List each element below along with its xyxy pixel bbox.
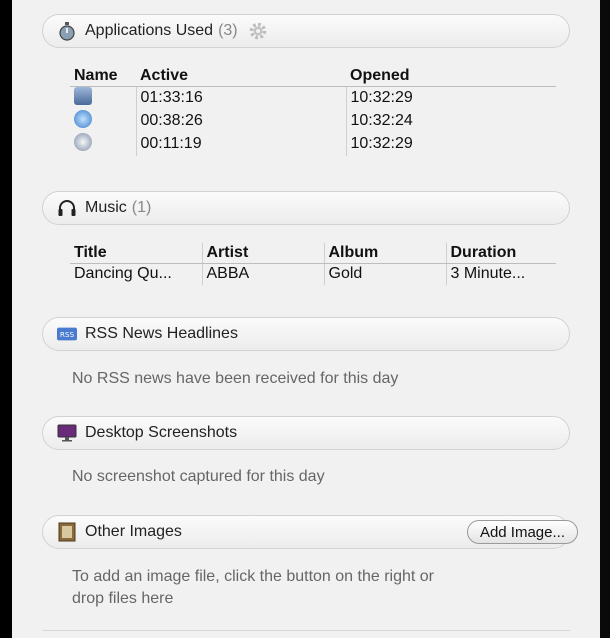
safari-app-icon <box>74 109 92 128</box>
screenshots-title: Desktop Screenshots <box>85 424 238 441</box>
gear-icon[interactable] <box>248 21 268 41</box>
opened-time: 10:32:29 <box>345 132 556 156</box>
col-title: Title <box>70 243 202 264</box>
col-duration: Duration <box>445 243 556 264</box>
col-active: Active <box>136 66 346 87</box>
applications-header[interactable]: Applications Used (3) <box>42 14 570 48</box>
col-opened: Opened <box>346 66 556 87</box>
track-album: Gold <box>323 263 446 285</box>
col-artist: Artist <box>201 243 324 264</box>
active-time: 00:11:19 <box>135 132 346 156</box>
table-row[interactable]: 00:11:19 10:32:29 <box>70 132 556 156</box>
track-title: Dancing Qu... <box>74 265 172 283</box>
rss-icon: RSS <box>57 324 77 344</box>
applications-table: Name Active Opened 01:33:16 10:32:29 00:… <box>70 66 556 156</box>
images-empty-message: To add an image file, click the button o… <box>72 568 434 607</box>
music-table: Title Artist Album Duration Dancing Qu..… <box>70 243 556 285</box>
screenshots-empty-message: No screenshot captured for this day <box>72 468 325 485</box>
rss-title: RSS News Headlines <box>85 325 238 342</box>
monitor-icon <box>57 423 77 443</box>
music-title: Music <box>85 199 127 216</box>
rss-empty-message: No RSS news have been received for this … <box>72 370 399 387</box>
opened-time: 10:32:24 <box>345 109 556 133</box>
table-row[interactable]: 00:38:26 10:32:24 <box>70 109 556 133</box>
active-time: 00:38:26 <box>135 109 346 133</box>
stopwatch-icon <box>57 21 77 41</box>
col-name: Name <box>70 66 136 87</box>
section-divider <box>42 630 570 631</box>
music-header[interactable]: Music (1) <box>42 191 570 225</box>
screenshots-header[interactable]: Desktop Screenshots <box>42 416 570 450</box>
window-edge <box>600 0 610 638</box>
col-album: Album <box>323 243 446 264</box>
preview-app-icon <box>74 86 92 105</box>
add-image-button[interactable]: Add Image... <box>466 520 578 544</box>
images-title: Other Images <box>85 523 182 540</box>
track-artist: ABBA <box>201 263 324 285</box>
system-app-icon <box>74 132 92 151</box>
table-row[interactable]: Dancing Qu... ABBA Gold 3 Minute... <box>70 263 556 285</box>
table-row[interactable]: 01:33:16 10:32:29 <box>70 86 556 110</box>
applications-count: (3) <box>218 22 238 39</box>
track-duration: 3 Minute... <box>445 263 556 285</box>
headphones-icon <box>57 198 77 218</box>
active-time: 01:33:16 <box>135 86 346 110</box>
applications-title: Applications Used <box>85 22 214 39</box>
rss-header[interactable]: RSS RSS News Headlines <box>42 317 570 351</box>
music-count: (1) <box>131 199 152 216</box>
svg-text:RSS: RSS <box>60 330 75 339</box>
opened-time: 10:32:29 <box>345 86 556 110</box>
picture-frame-icon <box>57 522 77 542</box>
